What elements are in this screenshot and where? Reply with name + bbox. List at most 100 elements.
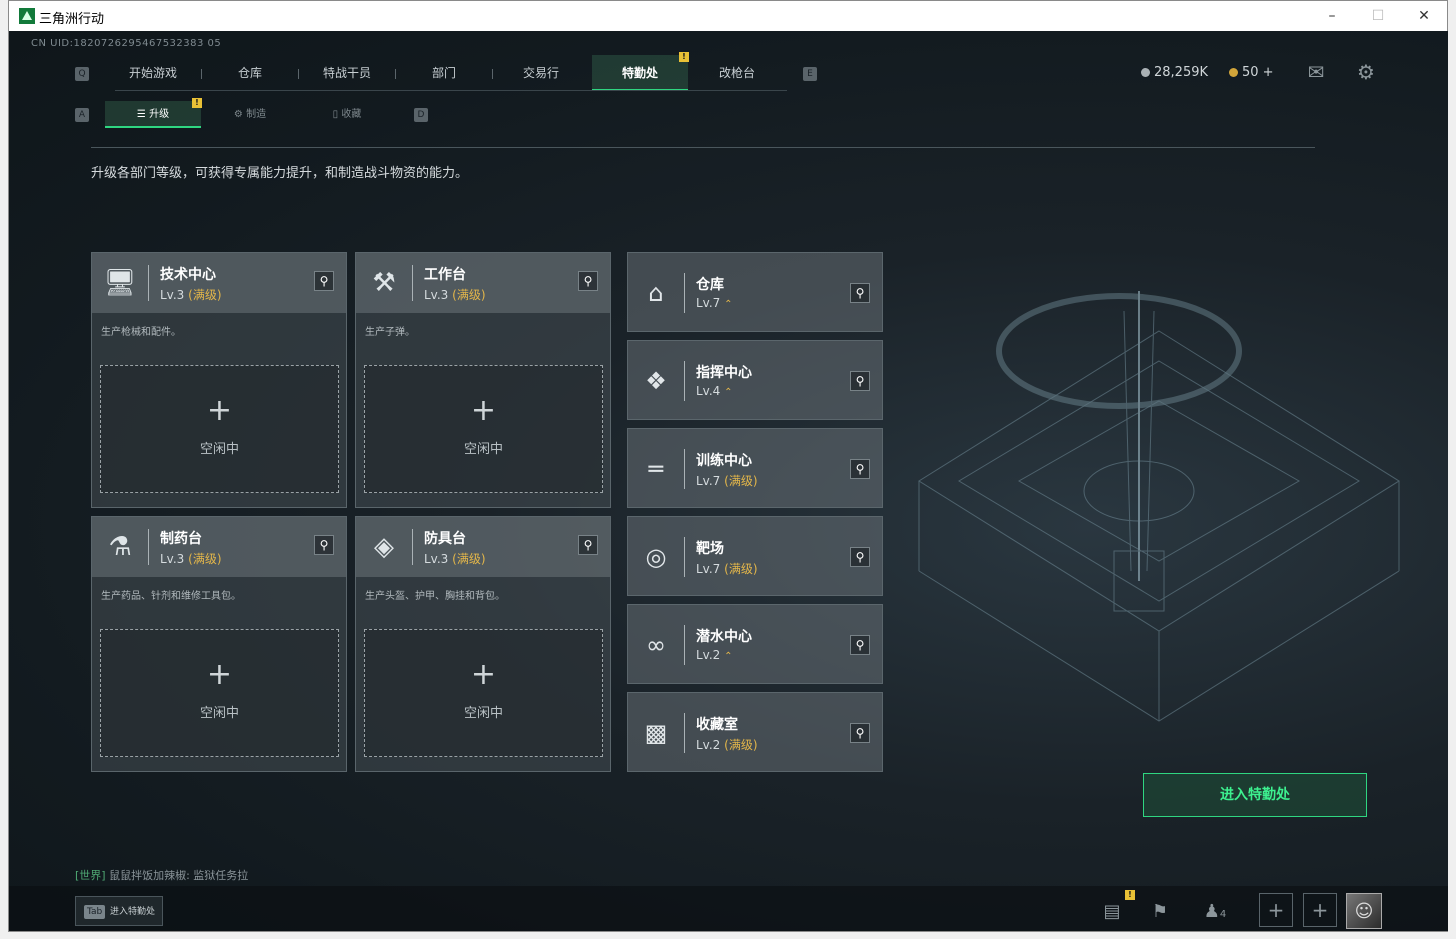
upgrade-icon: ☰ <box>136 109 150 120</box>
nav-next-key[interactable]: E <box>803 67 817 81</box>
search-icon[interactable]: ⚲ <box>850 283 870 303</box>
production-slot[interactable]: + 空闲中 <box>364 629 603 757</box>
gold-amount: 50 + <box>1242 65 1274 80</box>
avatar[interactable]: ☺ <box>1346 893 1382 929</box>
facility-collection-room[interactable]: ▩ 收藏室 Lv.2 (满级) ⚲ <box>627 692 883 772</box>
workshop-level: Lv.3 (满级) <box>160 550 222 567</box>
chat-message: 鼠鼠拌饭加辣椒: 监狱任务拉 <box>109 869 249 882</box>
search-icon[interactable]: ⚲ <box>578 535 598 555</box>
subtab-upgrade[interactable]: ☰ 升级 <box>105 101 201 128</box>
add-party-slot-button[interactable]: + <box>1303 893 1337 927</box>
command-icon: ❖ <box>645 367 667 395</box>
workshop-description: 生产药品、针剂和维修工具包。 <box>101 591 241 602</box>
subtab-next-key[interactable]: D <box>414 108 428 122</box>
header-divider <box>148 265 149 301</box>
search-icon[interactable]: ⚲ <box>850 547 870 567</box>
workshop-name: 制药台 <box>160 531 202 547</box>
title-bar: 三角洲行动 – ☐ ✕ <box>9 1 1447 31</box>
workshop-header: ⚗ 制药台 Lv.3 (满级) ⚲ <box>92 517 346 577</box>
target-icon: ◎ <box>645 543 667 571</box>
world-chat[interactable]: [世界] 鼠鼠拌饭加辣椒: 监狱任务拉 <box>75 867 248 883</box>
level-value: Lv.7 <box>696 474 721 488</box>
close-button[interactable]: ✕ <box>1401 1 1447 31</box>
header-divider <box>412 529 413 565</box>
minimize-button[interactable]: – <box>1309 1 1355 31</box>
enter-special-ops-button[interactable]: 进入特勤处 <box>1143 773 1367 817</box>
level-status: (满级) <box>724 738 758 752</box>
facility-diving-center[interactable]: ∞ 潜水中心 Lv.2 ⌃ ⚲ <box>627 604 883 684</box>
nav-department[interactable]: 部门 <box>396 55 492 91</box>
nav-prev-key[interactable]: Q <box>75 67 89 81</box>
production-slot[interactable]: + 空闲中 <box>100 365 339 493</box>
facility-name: 训练中心 <box>696 453 752 469</box>
nav-special-ops[interactable]: 特勤处 <box>592 55 688 91</box>
level-value: Lv.3 <box>424 288 449 302</box>
subtab-collection-label: 收藏 <box>341 109 362 120</box>
facility-warehouse[interactable]: ⌂ 仓库 Lv.7 ⌃ ⚲ <box>627 252 883 332</box>
search-icon[interactable]: ⚲ <box>850 723 870 743</box>
mail-icon[interactable]: ✉ <box>1301 57 1331 87</box>
computer-icon: 🖥 <box>103 268 137 298</box>
nav-badge: ! <box>679 52 689 62</box>
subtab-collection[interactable]: ▯ 收藏 <box>299 101 395 128</box>
facility-level: Lv.7 (满级) <box>696 560 758 577</box>
facility-level: Lv.7 (满级) <box>696 472 758 489</box>
add-party-slot-button[interactable]: + <box>1259 893 1293 927</box>
settings-gear-icon[interactable]: ⚙ <box>1351 57 1381 87</box>
level-status: (满级) <box>724 474 758 488</box>
search-icon[interactable]: ⚲ <box>314 271 334 291</box>
facility-divider <box>684 361 685 401</box>
facility-divider <box>684 273 685 313</box>
stats-badge: ! <box>1125 890 1135 900</box>
facility-level: Lv.7 ⌃ <box>696 296 733 310</box>
search-icon[interactable]: ⚲ <box>850 459 870 479</box>
workshop-header: ⚒ 工作台 Lv.3 (满级) ⚲ <box>356 253 610 313</box>
nav-warehouse[interactable]: 仓库 <box>202 55 298 91</box>
chat-channel: [世界] <box>75 869 106 882</box>
stats-chart-icon[interactable]: ▤ <box>1097 897 1127 927</box>
workshop-card-workbench: ⚒ 工作台 Lv.3 (满级) ⚲ 生产子弹。 + 空闲中 <box>355 252 611 508</box>
level-status: (满级) <box>452 552 486 566</box>
upgrade-arrow-icon: ⌃ <box>724 387 733 398</box>
search-icon[interactable]: ⚲ <box>314 535 334 555</box>
level-status: (满级) <box>452 288 486 302</box>
level-status: (满级) <box>724 562 758 576</box>
diving-mask-icon: ∞ <box>646 631 666 659</box>
level-value: Lv.2 <box>696 648 721 662</box>
search-icon[interactable]: ⚲ <box>578 271 598 291</box>
nav-start-game[interactable]: 开始游戏 <box>105 55 201 91</box>
gold-currency[interactable]: 50 + <box>1229 65 1274 80</box>
level-value: Lv.3 <box>160 552 185 566</box>
subtab-prev-key[interactable]: A <box>75 108 89 122</box>
subtab-craft-label: 制造 <box>246 109 267 120</box>
game-viewport: CN UID:1820726295467532383 05 Q 开始游戏 仓库 … <box>9 31 1448 931</box>
upgrade-arrow-icon: ⌃ <box>724 299 733 310</box>
facility-command-center[interactable]: ❖ 指挥中心 Lv.4 ⌃ ⚲ <box>627 340 883 420</box>
facility-name: 指挥中心 <box>696 365 752 381</box>
facility-divider <box>684 537 685 577</box>
facility-level: Lv.2 (满级) <box>696 736 758 753</box>
subtab-craft[interactable]: ⚙ 制造 <box>202 101 298 128</box>
nav-trade[interactable]: 交易行 <box>493 55 589 91</box>
uid-label: CN UID:1820726295467532383 05 <box>31 38 222 49</box>
nav-operators[interactable]: 特战干员 <box>299 55 395 91</box>
workshop-card-tech-center: 🖥 技术中心 Lv.3 (满级) ⚲ 生产枪械和配件。 + 空闲中 <box>91 252 347 508</box>
nav-gunsmith[interactable]: 改枪台 <box>689 55 785 91</box>
tab-shortcut-button[interactable]: Tab 进入特勤处 <box>75 896 163 926</box>
silver-currency[interactable]: 28,259K <box>1141 65 1208 80</box>
craft-icon: ⚙ <box>233 109 247 120</box>
flag-icon[interactable]: ⚑ <box>1145 897 1175 927</box>
production-slot[interactable]: + 空闲中 <box>100 629 339 757</box>
production-slot[interactable]: + 空闲中 <box>364 365 603 493</box>
maximize-button[interactable]: ☐ <box>1355 1 1401 31</box>
friends-button[interactable]: ♟4 <box>1195 897 1235 927</box>
search-icon[interactable]: ⚲ <box>850 371 870 391</box>
level-value: Lv.2 <box>696 738 721 752</box>
facility-training-center[interactable]: ═ 训练中心 Lv.7 (满级) ⚲ <box>627 428 883 508</box>
tab-label: 进入特勤处 <box>110 907 156 917</box>
search-icon[interactable]: ⚲ <box>850 635 870 655</box>
add-icon: + <box>470 393 497 428</box>
facility-shooting-range[interactable]: ◎ 靶场 Lv.7 (满级) ⚲ <box>627 516 883 596</box>
header-divider <box>148 529 149 565</box>
workshop-level: Lv.3 (满级) <box>424 286 486 303</box>
